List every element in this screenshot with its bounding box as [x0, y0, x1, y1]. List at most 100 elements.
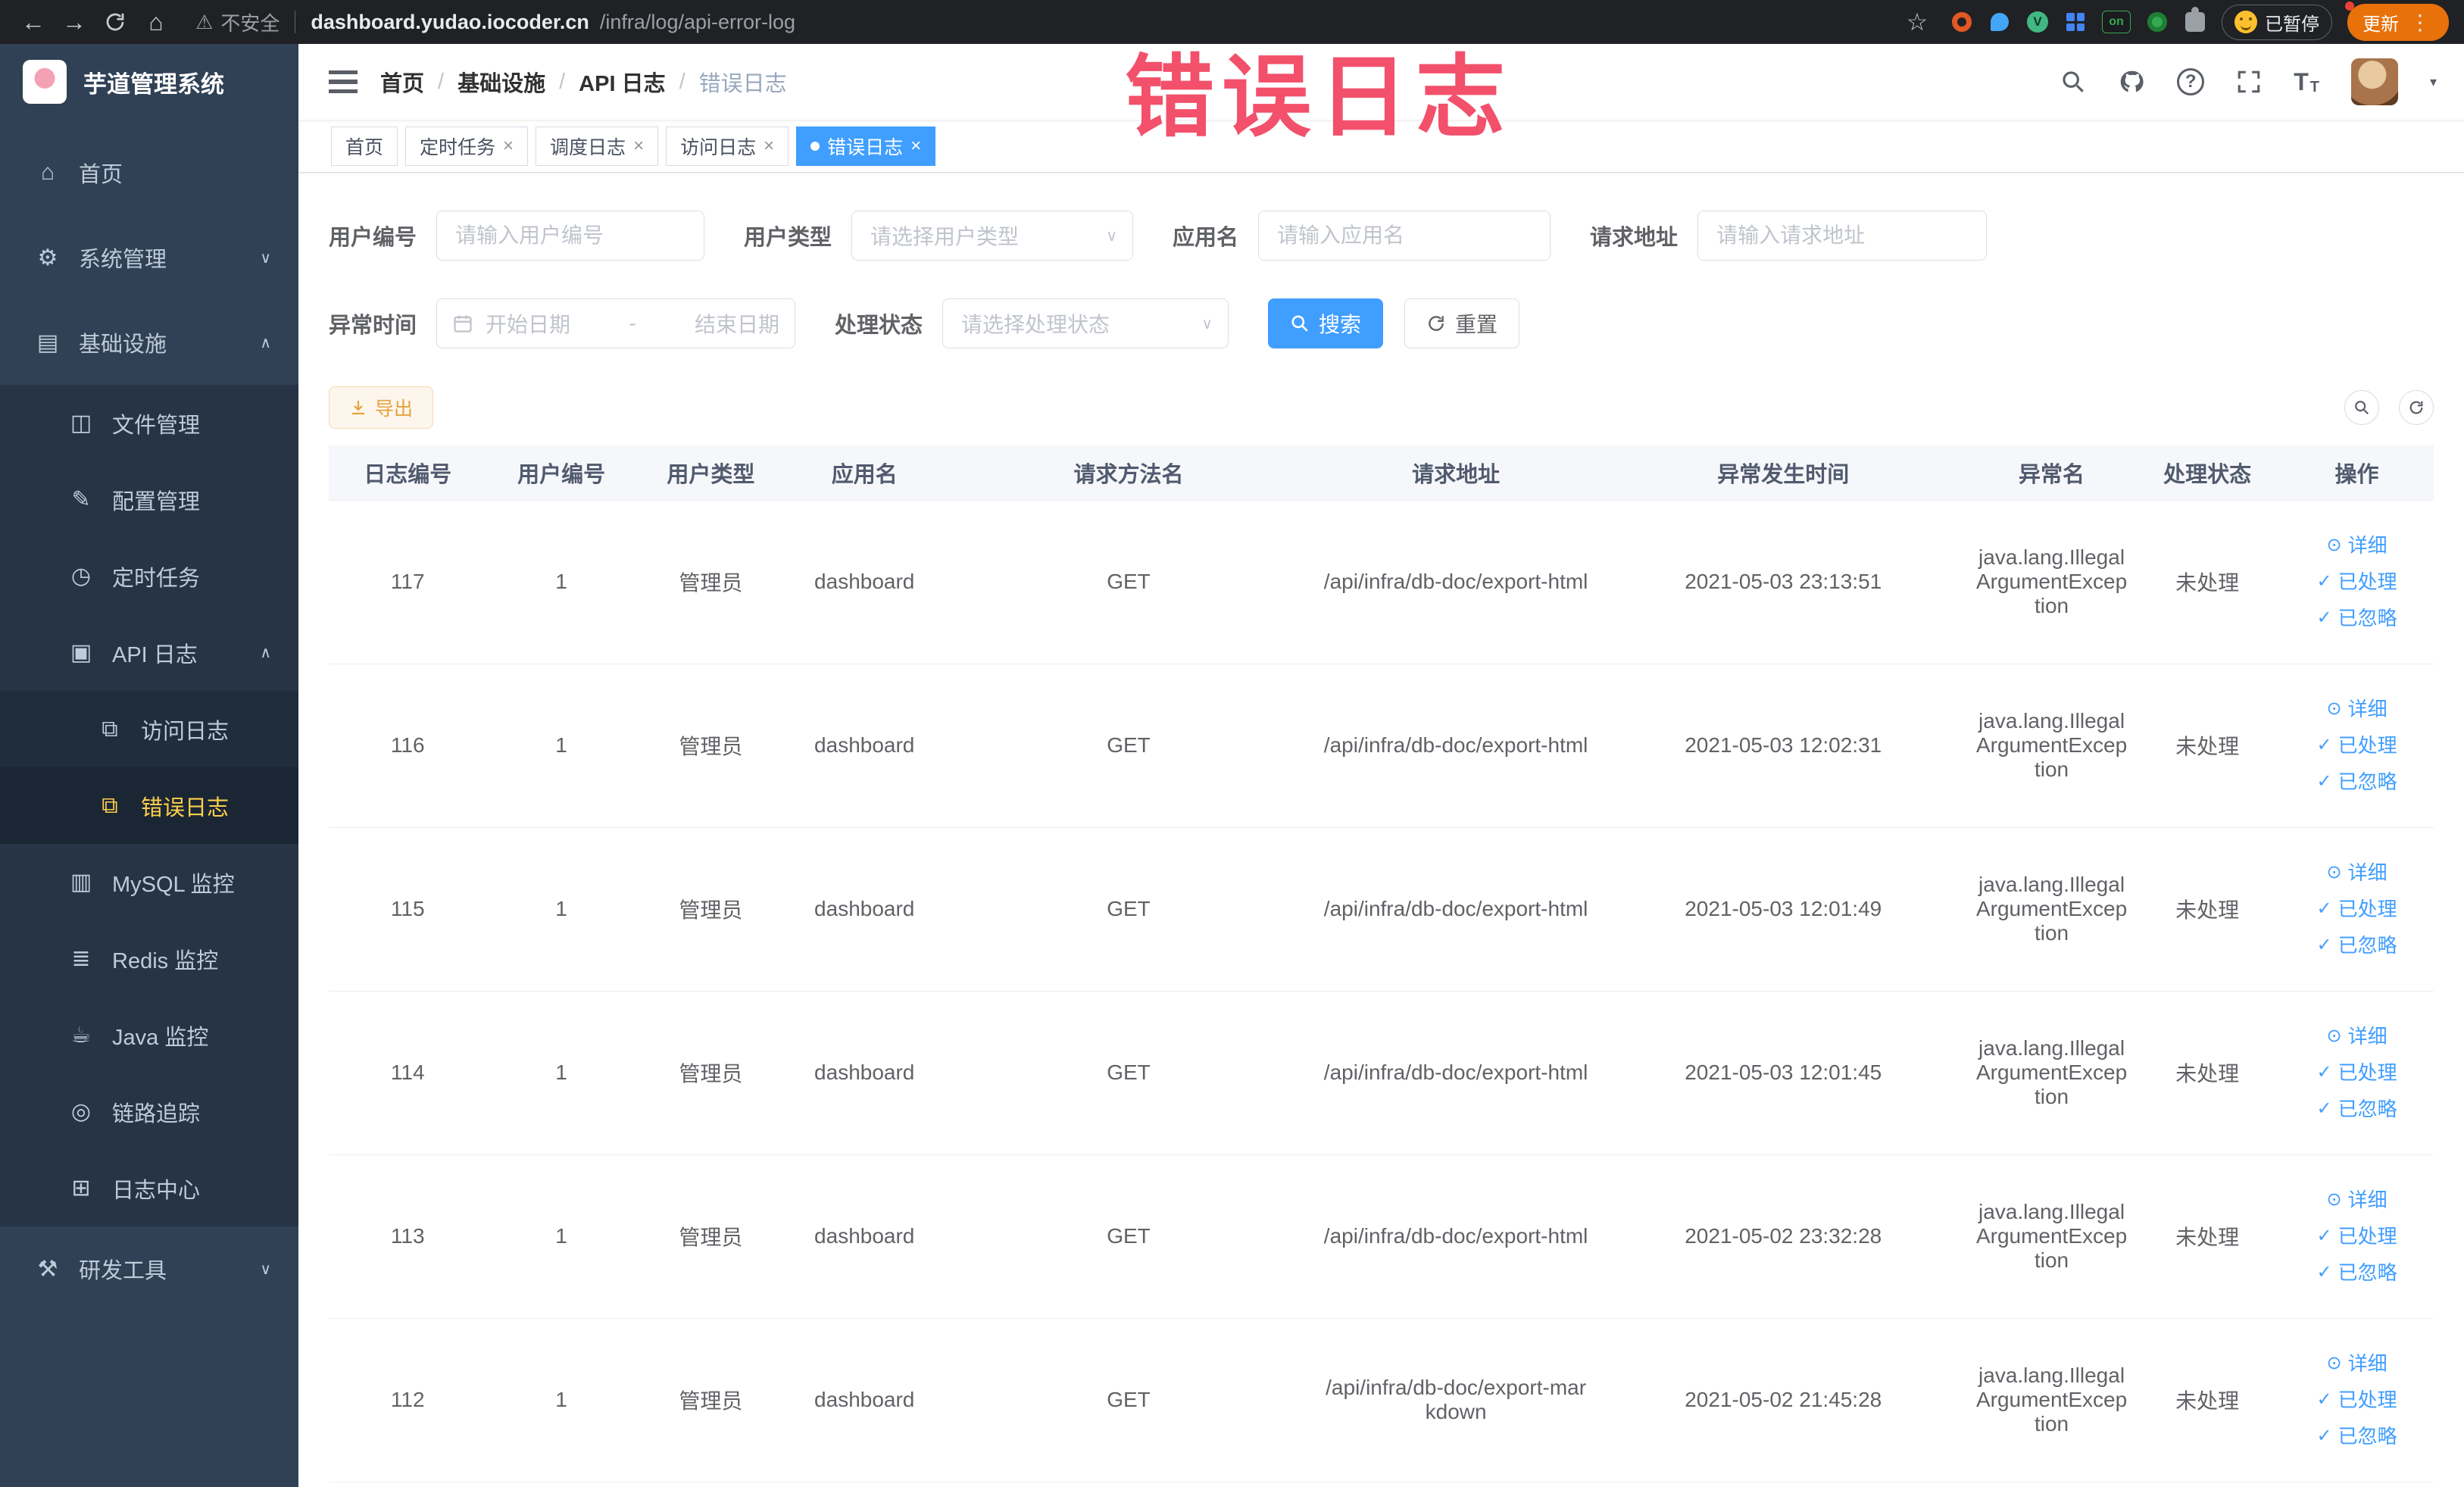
breadcrumb-item[interactable]: 首页: [380, 66, 424, 98]
logo-link[interactable]: 芋道管理系统: [0, 44, 298, 120]
fullscreen-icon[interactable]: [2236, 69, 2262, 95]
browser-menu-icon[interactable]: ⋮: [2406, 10, 2434, 35]
sidebar-item-file-manage[interactable]: ◫ 文件管理: [0, 385, 298, 461]
file-icon: ◫: [70, 411, 92, 436]
breadcrumb-item[interactable]: 基础设施: [458, 66, 545, 98]
search-icon[interactable]: [2060, 69, 2086, 95]
green-extension-icon[interactable]: [2146, 11, 2169, 33]
sidebar-item-label: API 日志: [112, 642, 198, 667]
detail-link[interactable]: ⊙ 详细: [2288, 1018, 2426, 1054]
sidebar-item-error-log[interactable]: ⧉ 错误日志: [0, 767, 298, 844]
cell-app-name: dashboard: [785, 664, 944, 828]
close-icon[interactable]: ×: [910, 136, 921, 155]
paused-profile-chip[interactable]: 已暂停: [2222, 4, 2332, 40]
infrastructure-icon: ▤: [36, 330, 59, 355]
avatar[interactable]: [2350, 58, 2398, 105]
mark-ignored-link[interactable]: ✓ 已忽略: [2288, 1254, 2426, 1291]
mark-processed-link[interactable]: ✓ 已处理: [2288, 564, 2426, 600]
date-range-picker[interactable]: 开始日期 - 结束日期: [436, 298, 796, 348]
red-ring-extension-icon[interactable]: [1950, 11, 1973, 33]
table-header-row: 日志编号 用户编号 用户类型 应用名 请求方法名 请求地址 异常发生时间 异常名…: [329, 445, 2434, 501]
check-icon: ✓: [2316, 1389, 2332, 1410]
search-button[interactable]: 搜索: [1268, 298, 1384, 348]
url-bar[interactable]: ⚠ 不安全 dashboard.yudao.iocoder.cn/infra/l…: [195, 8, 1894, 36]
sidebar-item-scheduled-jobs[interactable]: ◷ 定时任务: [0, 538, 298, 614]
mark-ignored-link[interactable]: ✓ 已忽略: [2288, 764, 2426, 800]
detail-link[interactable]: ⊙ 详细: [2288, 691, 2426, 727]
filter-label: 用户编号: [329, 226, 417, 250]
mark-processed-link[interactable]: ✓ 已处理: [2288, 1218, 2426, 1254]
sidebar-item-access-log[interactable]: ⧉ 访问日志: [0, 691, 298, 767]
bookmark-star-icon[interactable]: ☆: [1899, 4, 1935, 40]
refresh-button[interactable]: [2399, 390, 2434, 425]
detail-link[interactable]: ⊙ 详细: [2288, 527, 2426, 564]
check-icon: ✓: [2316, 1426, 2332, 1446]
close-icon[interactable]: ×: [764, 136, 774, 155]
sidebar-item-dev-tools[interactable]: ⚒ 研发工具 ∨: [0, 1226, 298, 1311]
sidebar-item-infrastructure[interactable]: ▤ 基础设施 ∧: [0, 300, 298, 385]
sidebar-item-log-center[interactable]: ⊞ 日志中心: [0, 1150, 298, 1226]
browser-home-button[interactable]: ⌂: [138, 4, 174, 40]
mark-ignored-link[interactable]: ✓ 已忽略: [2288, 600, 2426, 636]
table-row: 112 1 管理员 dashboard GET /api/infra/db-do…: [329, 1318, 2434, 1482]
on-badge-extension-icon[interactable]: on: [2102, 11, 2131, 33]
extensions-puzzle-icon[interactable]: [2184, 7, 2206, 33]
mark-processed-link[interactable]: ✓ 已处理: [2288, 1054, 2426, 1091]
cell-request-url: /api/infra/db-doc/export-html: [1313, 500, 1598, 664]
paused-label: 已暂停: [2265, 14, 2319, 35]
sidebar-item-trace[interactable]: ◎ 链路追踪: [0, 1073, 298, 1150]
close-icon[interactable]: ×: [503, 136, 514, 155]
font-size-icon[interactable]: TT: [2294, 68, 2319, 96]
browser-update-button[interactable]: 更新 ⋮: [2345, 1, 2449, 41]
tab-scheduled-jobs[interactable]: 定时任务 ×: [405, 126, 529, 166]
browser-forward-button[interactable]: →: [56, 4, 92, 40]
user-id-input[interactable]: [436, 211, 705, 261]
blue-drop-extension-icon[interactable]: [1988, 11, 2011, 33]
browser-reload-button[interactable]: [97, 4, 133, 40]
mark-processed-link[interactable]: ✓ 已处理: [2288, 727, 2426, 764]
cell-app-name: dashboard: [785, 1318, 944, 1482]
mark-ignored-link[interactable]: ✓ 已忽略: [2288, 1418, 2426, 1454]
app-name-input[interactable]: [1258, 211, 1551, 261]
mark-processed-link[interactable]: ✓ 已处理: [2288, 891, 2426, 927]
breadcrumb-item[interactable]: 错误日志: [699, 66, 787, 98]
home-icon: ⌂: [40, 160, 55, 185]
sidebar-item-redis-monitor[interactable]: ≣ Redis 监控: [0, 920, 298, 997]
tab-error-log[interactable]: 错误日志 ×: [796, 126, 936, 166]
breadcrumb-item[interactable]: API 日志: [579, 66, 665, 98]
close-icon[interactable]: ×: [633, 136, 644, 155]
sidebar-item-java-monitor[interactable]: ☕ Java 监控: [0, 997, 298, 1073]
help-icon[interactable]: ?: [2177, 68, 2205, 95]
detail-link[interactable]: ⊙ 详细: [2288, 854, 2426, 891]
caret-down-icon[interactable]: ▾: [2430, 74, 2437, 90]
cell-user-type: 管理员: [636, 1318, 786, 1482]
sidebar-item-config-manage[interactable]: ✎ 配置管理: [0, 461, 298, 538]
mark-ignored-link[interactable]: ✓ 已忽略: [2288, 1091, 2426, 1127]
cell-log-id: 115: [329, 827, 487, 992]
sidebar-item-api-logs[interactable]: ▣ API 日志 ∧: [0, 614, 298, 691]
process-status-select[interactable]: 请选择处理状态 ∨: [942, 298, 1229, 348]
hamburger-icon[interactable]: [329, 70, 358, 93]
detail-link[interactable]: ⊙ 详细: [2288, 1345, 2426, 1382]
security-chip[interactable]: ⚠ 不安全: [195, 8, 280, 36]
sidebar-item-mysql-monitor[interactable]: ▥ MySQL 监控: [0, 844, 298, 920]
clock-icon: ◷: [70, 564, 92, 589]
reset-button[interactable]: 重置: [1404, 298, 1520, 348]
mark-processed-link[interactable]: ✓ 已处理: [2288, 1382, 2426, 1418]
github-icon[interactable]: [2118, 68, 2145, 95]
toggle-search-button[interactable]: [2344, 390, 2379, 425]
export-button[interactable]: 导出: [329, 386, 434, 429]
mark-ignored-link[interactable]: ✓ 已忽略: [2288, 927, 2426, 964]
detail-link[interactable]: ⊙ 详细: [2288, 1182, 2426, 1218]
sidebar-item-home[interactable]: ⌂ 首页: [0, 130, 298, 215]
request-url-input[interactable]: [1697, 211, 1988, 261]
cell-app-name: dashboard: [785, 991, 944, 1155]
tab-home[interactable]: 首页 ×: [331, 126, 398, 166]
tab-access-log[interactable]: 访问日志 ×: [666, 126, 789, 166]
grid-extension-icon[interactable]: [2064, 11, 2087, 33]
tab-schedule-log[interactable]: 调度日志 ×: [536, 126, 659, 166]
vue-devtools-extension-icon[interactable]: V: [2026, 11, 2049, 33]
sidebar-item-system-manage[interactable]: ⚙ 系统管理 ∨: [0, 215, 298, 300]
user-type-select[interactable]: 请选择用户类型 ∨: [851, 211, 1134, 261]
browser-back-button[interactable]: ←: [15, 4, 52, 40]
